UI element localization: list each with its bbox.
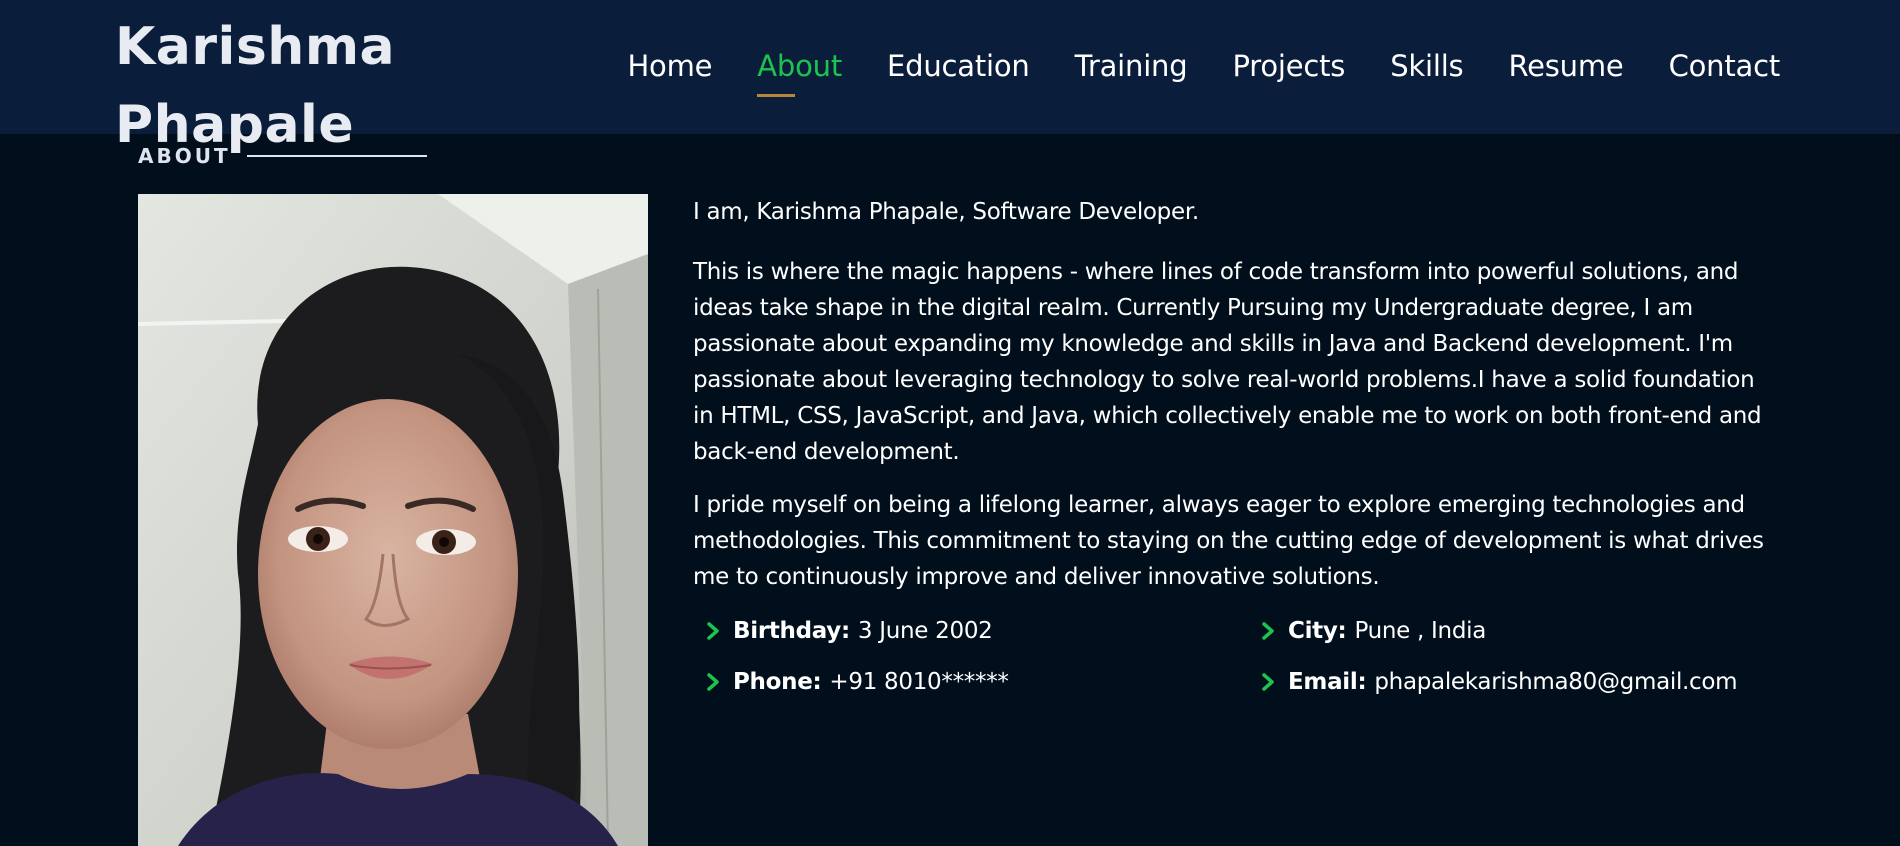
email-value[interactable]: phapalekarishma80@gmail.com xyxy=(1374,664,1737,700)
nav-home[interactable]: Home xyxy=(627,45,712,87)
nav-training[interactable]: Training xyxy=(1075,45,1188,87)
email-label: Email: xyxy=(1288,669,1367,695)
section-heading: ABOUT xyxy=(138,144,427,168)
phone-label: Phone: xyxy=(733,669,822,695)
chevron-right-icon xyxy=(1248,621,1288,641)
phone-value: +91 8010****** xyxy=(829,669,1009,695)
section-title-rule xyxy=(246,155,427,157)
chevron-right-icon xyxy=(1248,672,1288,692)
nav-skills[interactable]: Skills xyxy=(1390,45,1463,87)
about-content: I am, Karishma Phapale, Software Develop… xyxy=(693,194,1773,700)
main-nav: Home About Education Training Projects S… xyxy=(627,45,1781,97)
info-city: City: Pune , India xyxy=(1248,613,1768,649)
profile-photo xyxy=(138,194,648,846)
birthday-label: Birthday: xyxy=(733,618,850,644)
chevron-right-icon xyxy=(693,621,733,641)
city-label: City: xyxy=(1288,618,1347,644)
info-email: Email: phapalekarishma80@gmail.com xyxy=(1248,664,1768,700)
site-header: Karishma Phapale Home About Education Tr… xyxy=(0,0,1900,155)
info-birthday: Birthday: 3 June 2002 xyxy=(693,613,1248,649)
nav-contact[interactable]: Contact xyxy=(1669,45,1781,87)
info-phone: Phone: +91 8010****** xyxy=(693,664,1248,700)
chevron-right-icon xyxy=(693,672,733,692)
nav-resume[interactable]: Resume xyxy=(1508,45,1623,87)
nav-projects[interactable]: Projects xyxy=(1232,45,1345,87)
nav-about[interactable]: About xyxy=(757,45,842,97)
about-paragraph-1: This is where the magic happens - where … xyxy=(693,259,1762,465)
birthday-value: 3 June 2002 xyxy=(857,618,993,644)
section-title: ABOUT xyxy=(138,144,231,168)
personal-info-list: Birthday: 3 June 2002 City: Pune , India… xyxy=(693,613,1773,700)
city-value: Pune , India xyxy=(1354,618,1487,644)
about-paragraph-2: I pride myself on being a lifelong learn… xyxy=(693,492,1764,590)
logo-first-name: Karishma xyxy=(115,17,396,77)
nav-education[interactable]: Education xyxy=(887,45,1030,87)
site-logo[interactable]: Karishma Phapale xyxy=(115,8,535,164)
about-intro: I am, Karishma Phapale, Software Develop… xyxy=(693,199,1199,225)
